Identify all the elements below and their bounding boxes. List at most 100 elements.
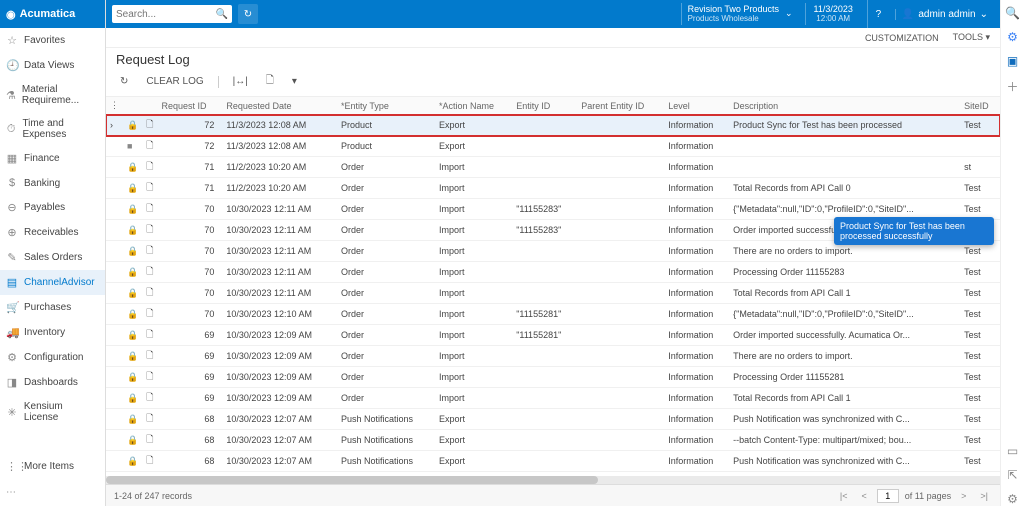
reload-button[interactable]: ↻ [238,4,258,24]
nav-label: Material Requireme... [22,84,99,106]
sidebar-item-material-requireme-[interactable]: ⚗Material Requireme... [0,78,105,112]
note-icon[interactable]: 🗋 [146,308,153,318]
customization-link[interactable]: CUSTOMIZATION [865,33,939,43]
table-row[interactable]: 🔒 🗋 70 10/30/2023 12:10 AM Order Import … [106,304,1000,325]
note-icon[interactable]: 🗋 [146,350,153,360]
refresh-button[interactable]: ↻ [116,74,132,89]
note-icon[interactable]: 🗋 [146,140,153,150]
first-page-button[interactable]: |< [836,491,852,501]
sidebar-item-time-and-expenses[interactable]: ⏱Time and Expenses [0,112,105,146]
column-header[interactable] [123,97,142,115]
sidebar-item-inventory[interactable]: 🚚Inventory [0,320,105,345]
note-icon[interactable]: 🗋 [146,371,153,381]
table-row[interactable]: 🔒 🗋 69 10/30/2023 12:09 AM Order Import … [106,388,1000,409]
column-header[interactable]: Entity ID [512,97,577,115]
column-header[interactable]: Level [664,97,729,115]
table-row[interactable]: 🔒 🗋 70 10/30/2023 12:11 AM Order Import … [106,283,1000,304]
sidebar-item-finance[interactable]: ▦Finance [0,146,105,171]
grid-footer: 1-24 of 247 records |< < of 11 pages > >… [106,484,1000,506]
column-header[interactable]: *Action Name [435,97,512,115]
grid[interactable]: ⋮ Request IDRequested Date*Entity Type*Ac… [106,97,1000,476]
sidebar-item-configuration[interactable]: ⚙Configuration [0,345,105,370]
horizontal-scrollbar[interactable] [106,476,1000,484]
sidebar-item-banking[interactable]: $Banking [0,171,105,195]
search-icon[interactable]: 🔍 [216,9,228,20]
sidebar-item-dashboards[interactable]: ◨ Dashboards [0,370,105,395]
last-page-button[interactable]: >| [976,491,992,501]
note-icon[interactable]: 🗋 [146,392,153,402]
table-row[interactable]: 🔒 🗋 69 10/30/2023 12:09 AM Order Import … [106,346,1000,367]
rail-book-icon[interactable]: ▭ [1007,444,1018,458]
column-header[interactable]: SiteID [960,97,1000,115]
sidebar-item-kensium-license[interactable]: ✳Kensium License [0,395,105,429]
table-row[interactable]: 🔒 🗋 69 10/30/2023 12:09 AM Order Import … [106,367,1000,388]
table-row[interactable]: ■ 🗋 72 11/3/2023 12:08 AM Product Export… [106,136,1000,157]
sidebar-item-favorites[interactable]: ☆Favorites [0,28,105,53]
note-icon[interactable]: 🗋 [146,224,153,234]
search-input[interactable] [116,9,216,20]
ellipsis-icon[interactable]: ⋯ [0,479,105,506]
note-icon[interactable]: 🗋 [146,266,153,276]
sidebar-item-channeladvisor[interactable]: ▤ChannelAdvisor [0,270,105,295]
sidebar-item-sales-orders[interactable]: ✎Sales Orders [0,245,105,270]
filter-button[interactable]: ▾ [288,74,301,89]
table-row[interactable]: 🔒 🗋 70 10/30/2023 12:11 AM Order Import … [106,262,1000,283]
note-icon[interactable]: 🗋 [146,287,153,297]
column-header[interactable]: Request ID [157,97,222,115]
rail-app-icon[interactable]: ▣ [1007,54,1018,68]
nav-icon: ⏱ [6,123,16,136]
tools-menu[interactable]: TOOLS ▾ [953,32,990,43]
column-header[interactable]: Description [729,97,960,115]
business-date[interactable]: 11/3/2023 12:00 AM [805,3,861,26]
prev-page-button[interactable]: < [858,491,871,501]
rail-expand-icon[interactable]: ⇱ [1007,468,1017,482]
note-icon[interactable]: 🗋 [146,434,153,444]
note-icon[interactable]: 🗋 [146,245,153,255]
table-row[interactable]: 🔒 🗋 68 10/30/2023 12:07 AM Push Notifica… [106,409,1000,430]
export-button[interactable]: 🗋 [262,71,278,92]
more-items[interactable]: ⋮⋮ More Items [0,454,105,479]
lock-icon: 🔒 [127,456,138,467]
column-header[interactable]: ⋮ [106,97,123,115]
nav-icon: ☆ [6,34,18,47]
table-row[interactable]: 🔒 🗋 68 10/30/2023 12:07 AM Push Notifica… [106,430,1000,451]
next-page-button[interactable]: > [957,491,970,501]
note-icon[interactable]: 🗋 [146,455,153,465]
table-row[interactable]: 🔒 🗋 71 11/2/2023 10:20 AM Order Import I… [106,178,1000,199]
column-header[interactable] [142,97,157,115]
tenant-selector[interactable]: Revision Two Products Products Wholesale… [681,3,799,26]
note-icon[interactable]: 🗋 [146,161,153,171]
rail-search-icon[interactable]: 🔍 [1005,6,1020,20]
adjust-columns-button[interactable]: |↔| [229,74,252,89]
column-header[interactable]: Requested Date [222,97,337,115]
help-button[interactable]: ? [867,0,889,28]
note-icon[interactable]: 🗋 [146,119,153,129]
sidebar-item-receivables[interactable]: ⊕Receivables [0,220,105,245]
page-input[interactable] [877,489,899,503]
nav-label: Dashboards [24,377,78,388]
nav-icon: ◨ [6,376,18,389]
column-header[interactable]: *Entity Type [337,97,435,115]
rail-settings-icon[interactable]: ⚙ [1007,492,1018,506]
sidebar-item-purchases[interactable]: 🛒Purchases [0,295,105,320]
lock-icon: 🔒 [127,225,138,236]
note-icon[interactable]: 🗋 [146,329,153,339]
table-row[interactable]: 🔒 🗋 71 11/2/2023 10:20 AM Order Import I… [106,157,1000,178]
note-icon[interactable]: 🗋 [146,203,153,213]
nav-icon: ⚙ [6,351,18,364]
nav-label: Purchases [24,302,71,313]
sidebar-item-data-views[interactable]: 🕘Data Views [0,53,105,78]
note-icon[interactable]: 🗋 [146,182,153,192]
clear-log-button[interactable]: CLEAR LOG [142,74,207,89]
column-header[interactable]: Parent Entity ID [577,97,664,115]
search-box[interactable]: 🔍 [112,5,232,23]
table-row[interactable]: 🔒 🗋 68 10/30/2023 12:07 AM Push Notifica… [106,451,1000,472]
nav-label: Finance [24,153,60,164]
table-row[interactable]: › 🔒 🗋 72 11/3/2023 12:08 AM Product Expo… [106,115,1000,136]
note-icon[interactable]: 🗋 [146,413,153,423]
table-row[interactable]: 🔒 🗋 69 10/30/2023 12:09 AM Order Import … [106,325,1000,346]
sidebar-item-payables[interactable]: ⊖Payables [0,195,105,220]
rail-add-icon[interactable]: ＋ [1006,78,1018,95]
rail-gear-icon[interactable]: ⚙ [1007,30,1018,44]
user-menu[interactable]: 👤 admin admin ⌄ [895,9,994,20]
